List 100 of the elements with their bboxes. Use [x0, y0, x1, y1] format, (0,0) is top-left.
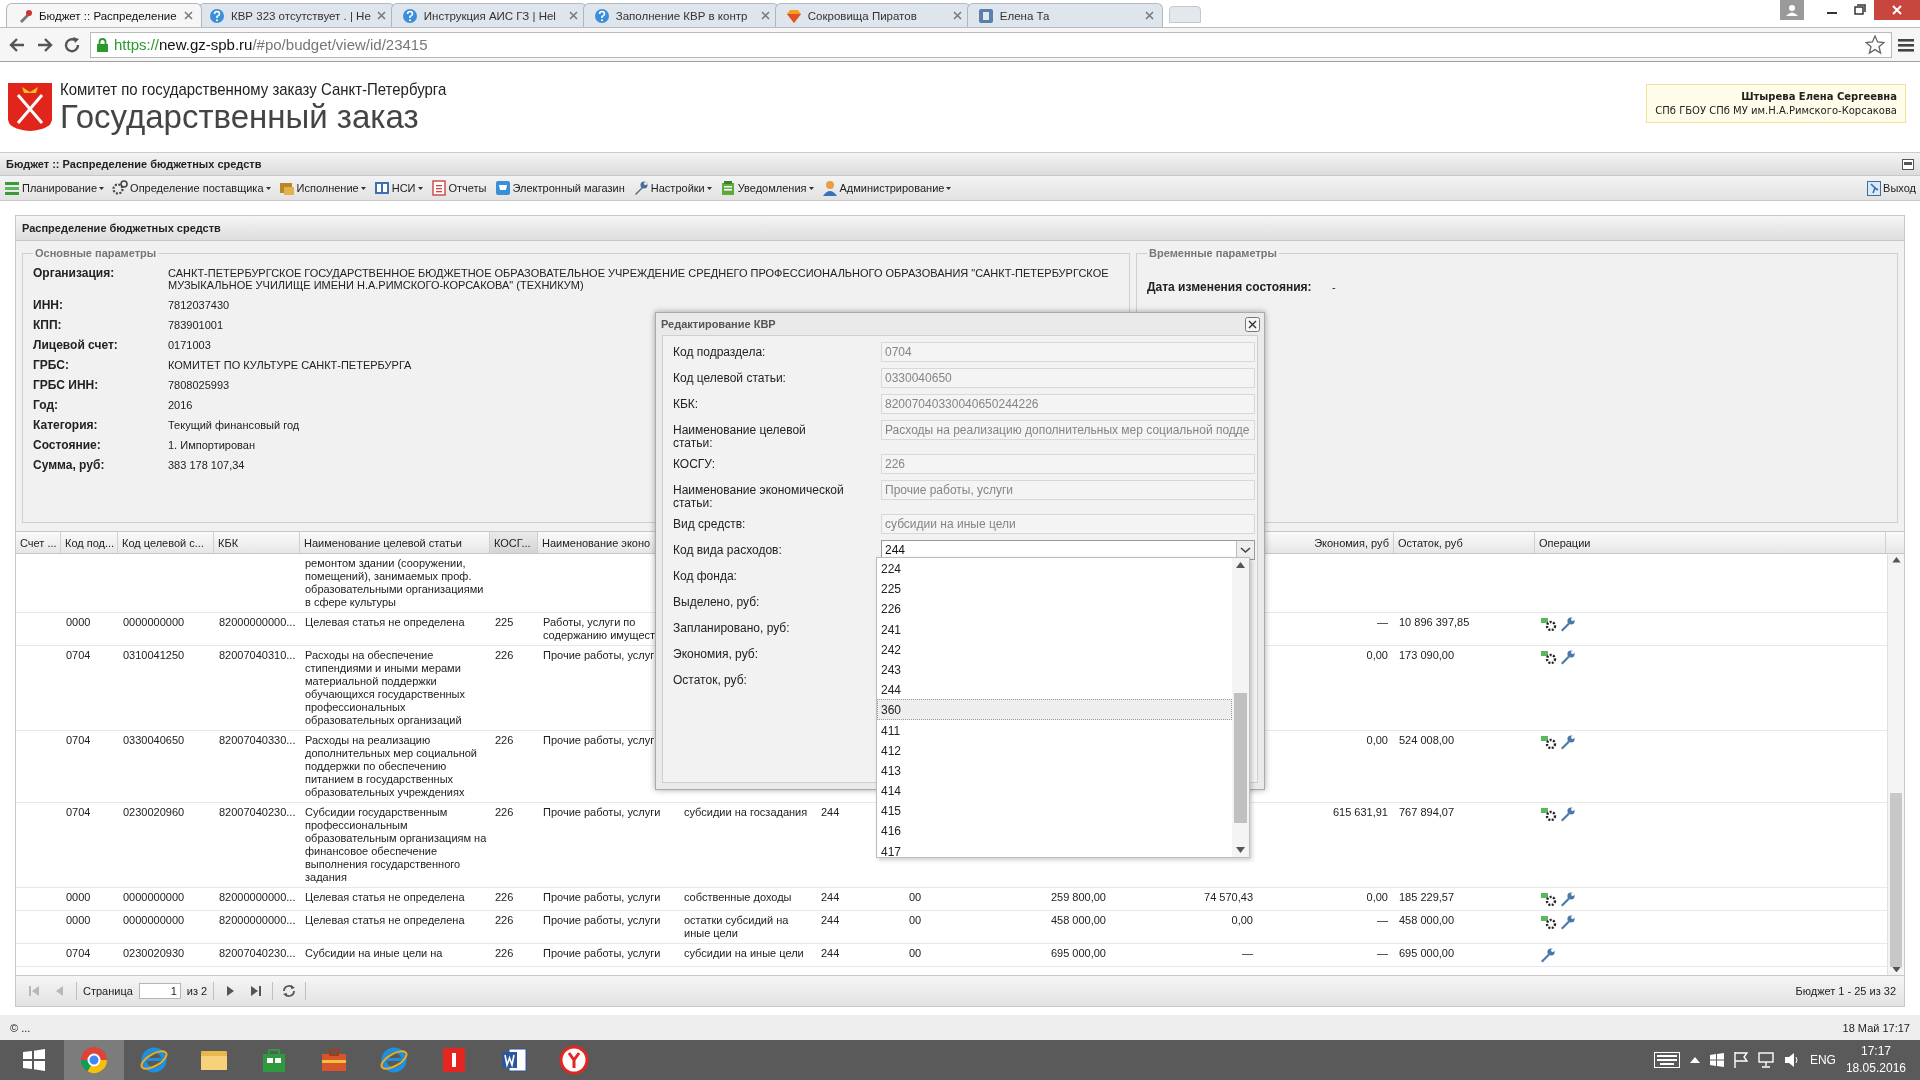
language-indicator[interactable]: ENG: [1809, 1053, 1836, 1067]
browser-tab[interactable]: Бюджет :: Распределение: [6, 3, 202, 27]
close-icon[interactable]: [1245, 316, 1260, 332]
field-value: 1. Импортирован: [168, 439, 255, 451]
minimize-icon[interactable]: [1902, 158, 1914, 170]
menu-item[interactable]: Настройки: [632, 180, 712, 196]
scroll-up-icon[interactable]: [1236, 562, 1245, 568]
clock[interactable]: 17:17 18.05.2016: [1845, 1043, 1906, 1077]
dropdown-option[interactable]: 414: [877, 780, 1232, 801]
panel-title: Распределение бюджетных средств: [22, 222, 221, 234]
gear-icon[interactable]: [1540, 734, 1558, 750]
table-cell: 185 229,57: [1399, 891, 1455, 903]
scroll-up-icon[interactable]: [1891, 557, 1901, 563]
table-cell: 82000000000...: [219, 891, 296, 903]
dropdown-option[interactable]: 225: [877, 578, 1232, 599]
dropdown-option[interactable]: 413: [877, 759, 1232, 781]
caret-icon[interactable]: [1689, 1057, 1700, 1063]
table-cell: Расходы на реализацию дополнительных мер социальной поддержки по обеспечению питанием в государственных образовательных учреждениях: [305, 734, 477, 798]
menu-item[interactable]: Планирование: [4, 180, 105, 196]
star-icon[interactable]: [1865, 34, 1885, 55]
dropdown-option[interactable]: 241: [877, 618, 1232, 639]
dropdown-option[interactable]: 243: [877, 658, 1232, 680]
gear-icon[interactable]: [1540, 806, 1558, 822]
column-header[interactable]: Счет ...: [16, 532, 61, 553]
table-cell: 0,00: [1366, 734, 1388, 746]
browser-tab[interactable]: Елена Та: [966, 3, 1163, 27]
dropdown-option[interactable]: 417: [877, 840, 1232, 861]
table-cell: 74 570,43: [1204, 891, 1253, 903]
menu-item[interactable]: Уведомления: [719, 180, 814, 196]
table-cell: 226: [495, 649, 514, 661]
table-cell: 0,00: [1366, 891, 1388, 903]
field-label: Вид средств:: [673, 516, 747, 533]
gear-icon[interactable]: [1540, 891, 1558, 907]
profile-icon[interactable]: [1780, 0, 1804, 20]
network-icon[interactable]: [1757, 1052, 1774, 1068]
column-header[interactable]: Код под...: [61, 532, 118, 553]
table-cell: 82007040230...: [219, 806, 296, 818]
scroll-down-icon[interactable]: [1236, 847, 1245, 853]
menu-item[interactable]: Администрирование: [821, 180, 952, 196]
dropdown-option[interactable]: 224: [877, 558, 1232, 579]
logout-button[interactable]: Выход: [1867, 180, 1916, 196]
menu-item[interactable]: Определение поставщика: [112, 180, 271, 196]
dropdown-option[interactable]: 360: [877, 699, 1232, 720]
notepad-icon: [719, 180, 736, 196]
dropdown-option[interactable]: 226: [877, 598, 1232, 619]
dropdown-option[interactable]: 244: [877, 679, 1232, 700]
scrollbar[interactable]: [1232, 558, 1249, 857]
dropdown-option[interactable]: 415: [877, 800, 1232, 821]
gear-icon[interactable]: [1540, 616, 1558, 632]
taskbar-button[interactable]: [64, 1040, 124, 1080]
speaker-icon[interactable]: [1783, 1052, 1800, 1068]
field-label: Запланировано, руб:: [673, 620, 791, 637]
table-cell: 226: [495, 947, 514, 959]
list-icon: [4, 180, 20, 196]
table-cell: 0704: [66, 806, 91, 818]
table-cell: 0704: [66, 649, 91, 661]
field-label: Дата изменения состояния:: [1147, 281, 1313, 293]
dropdown-option[interactable]: 242: [877, 638, 1232, 659]
menu-item[interactable]: НСИ: [373, 180, 423, 196]
user-organization: СПб ГБОУ СПб МУ им.Н.А.Римского-Корсакова: [1655, 104, 1897, 116]
column-header[interactable]: Код целевой с...: [118, 532, 214, 553]
dropdown-option[interactable]: 411: [877, 719, 1232, 740]
table-cell: 00: [909, 914, 922, 926]
menu-icon[interactable]: [1898, 36, 1914, 53]
table-cell: Субсидии государственным профессиональным образовательным организациям на финансовое обеспечение выполнения государственного задания: [305, 806, 487, 883]
table-cell: субсидии на иные цели: [684, 947, 804, 959]
gear-icon[interactable]: [1540, 914, 1558, 930]
table-cell: 00: [909, 947, 922, 959]
dropdown-option[interactable]: 412: [877, 739, 1232, 760]
select-field[interactable]: 244: [881, 540, 1255, 560]
field-value: КОМИТЕТ ПО КУЛЬТУРЕ САНКТ-ПЕТЕРБУРГА: [168, 359, 412, 371]
gem-icon: [785, 7, 802, 24]
windows-icon[interactable]: [1709, 1053, 1724, 1067]
table-cell: 458 000,00: [1399, 914, 1455, 926]
field-label: Лицевой счет:: [33, 339, 119, 351]
keyboard-icon[interactable]: [1653, 1052, 1680, 1068]
group-title: Временные параметры: [1148, 247, 1278, 259]
field-label: ГРБС ИНН:: [33, 379, 100, 391]
gear-icon[interactable]: [1540, 649, 1558, 665]
menu-item[interactable]: Отчеты: [430, 180, 487, 196]
table-cell: 615 631,91: [1332, 806, 1388, 818]
address-field[interactable]: https://new.gz-spb.ru/#po/budget/view/id/23415: [90, 31, 1892, 58]
column-header[interactable]: Операции: [1535, 532, 1886, 553]
table-cell: 00: [909, 891, 922, 903]
menu-item[interactable]: Исполнение: [278, 180, 366, 196]
scrollbar[interactable]: [1887, 554, 1904, 975]
dropdown-option[interactable]: 416: [877, 820, 1232, 841]
menu-item[interactable]: Электронный магазин: [494, 180, 625, 196]
table-cell: —: [1377, 947, 1388, 959]
field-label: Экономия, руб:: [673, 646, 759, 663]
table-cell: 0000: [66, 914, 91, 926]
page-field[interactable]: 1: [138, 983, 181, 999]
table-cell: 10 896 397,85: [1399, 616, 1470, 628]
table-cell: —: [1377, 914, 1388, 926]
column-header[interactable]: КБК: [214, 532, 300, 553]
flag-icon[interactable]: [1733, 1052, 1748, 1068]
column-header[interactable]: КОСГ...: [490, 532, 538, 553]
column-header[interactable]: Остаток, руб: [1394, 532, 1535, 553]
table-cell: Расходы на обеспечение стипендиями и иными мерами материальной поддержки обучающихся государственных профессиональных образовательных организаций: [305, 649, 465, 726]
field-value: 783901001: [168, 319, 224, 331]
